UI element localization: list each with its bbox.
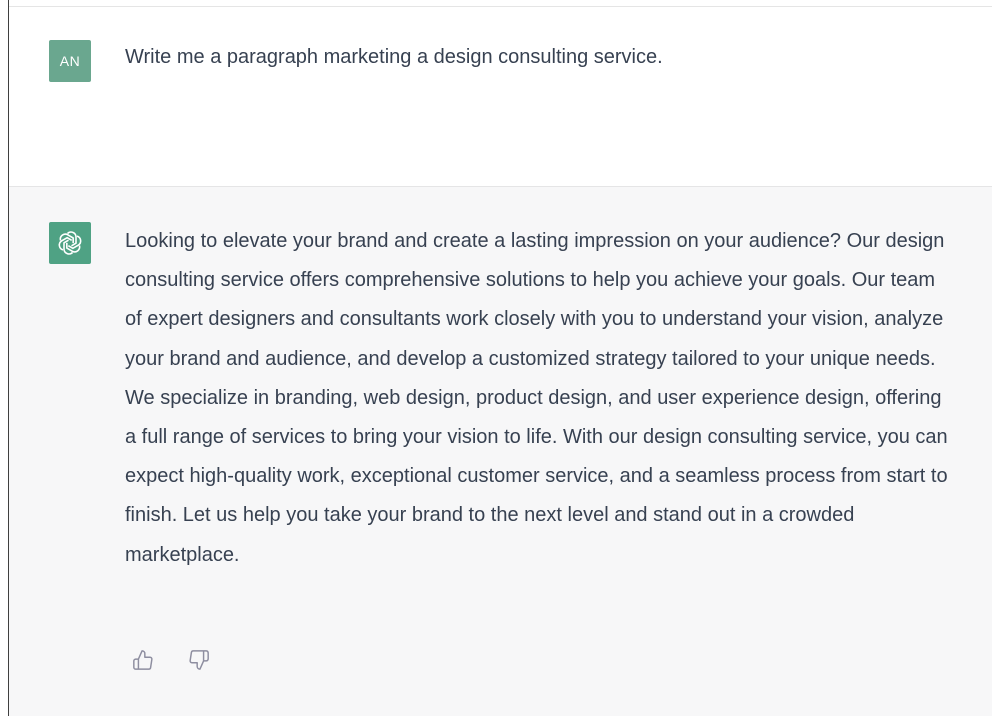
chat-window: AN Write me a paragraph marketing a desi… [0,0,992,716]
user-message: AN Write me a paragraph marketing a desi… [9,7,992,187]
user-avatar-initials: AN [59,53,81,69]
assistant-message-text: Looking to elevate your brand and create… [125,230,948,566]
assistant-avatar [49,222,91,264]
user-message-text: Write me a paragraph marketing a design … [125,46,663,68]
thumbs-up-button[interactable] [130,647,156,673]
openai-logo-icon [58,231,82,255]
thumbs-up-icon [133,650,153,670]
thumbs-down-icon [189,650,209,670]
user-avatar: AN [49,40,91,82]
thumbs-down-button[interactable] [186,647,212,673]
assistant-message: Looking to elevate your brand and create… [9,187,992,716]
message-feedback [130,647,212,673]
